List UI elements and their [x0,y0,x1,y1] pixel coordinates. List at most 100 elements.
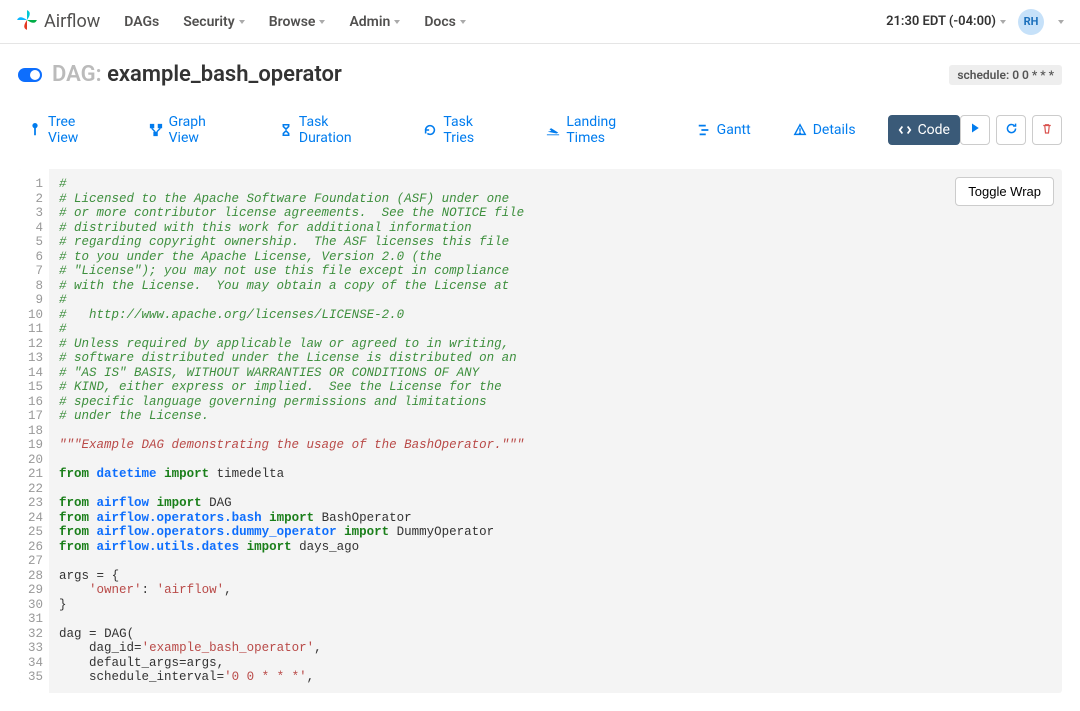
line-number: 13 [28,351,43,366]
line-number: 34 [28,656,43,671]
time-display[interactable]: 21:30 EDT (-04:00) [886,14,1006,29]
chevron-down-icon [239,20,245,24]
line-number: 19 [28,438,43,453]
tab-landing-times[interactable]: Landing Times [536,107,664,153]
nav-item-docs[interactable]: Docs [424,14,466,30]
tab-code[interactable]: Code [888,115,960,145]
line-number: 11 [28,322,43,337]
code-line: """Example DAG demonstrating the usage o… [59,438,1052,453]
code-line: dag_id='example_bash_operator', [59,641,1052,656]
refresh-button[interactable] [996,115,1026,145]
line-number: 31 [28,612,43,627]
code-line [59,453,1052,468]
line-number: 27 [28,554,43,569]
avatar[interactable]: RH [1018,9,1044,35]
graph-icon [149,123,163,137]
nav-item-security[interactable]: Security [183,14,245,30]
line-number: 29 [28,583,43,598]
line-number: 6 [28,250,43,265]
tab-gantt[interactable]: Gantt [687,115,761,145]
delete-button[interactable] [1032,115,1062,145]
gantt-icon [697,123,711,137]
navbar-right: 21:30 EDT (-04:00) RH [886,9,1064,35]
line-number: 26 [28,540,43,555]
toggle-wrap-button[interactable]: Toggle Wrap [955,177,1054,206]
retry-icon [423,123,437,137]
line-number: 32 [28,627,43,642]
nav-item-label: Security [183,14,235,30]
code-line: from airflow.operators.bash import BashO… [59,511,1052,526]
tab-graph-view[interactable]: Graph View [139,107,247,153]
line-number: 35 [28,670,43,685]
tab-label: Tree View [48,114,107,146]
nav-item-label: Browse [269,14,316,30]
chevron-down-icon[interactable] [1058,20,1064,24]
tab-task-duration[interactable]: Task Duration [269,107,392,153]
code-line: schedule_interval='0 0 * * *', [59,670,1052,685]
code-line: # [59,177,1052,192]
nav-items: DAGs Security Browse Admin Docs [124,14,466,30]
code-line: # "License"); you may not use this file … [59,264,1052,279]
play-icon [969,122,981,138]
code-line: from airflow import DAG [59,496,1052,511]
line-number: 8 [28,279,43,294]
line-number: 33 [28,641,43,656]
tab-label: Gantt [717,122,751,138]
tab-tree-view[interactable]: Tree View [18,107,117,153]
code-line: 'owner': 'airflow', [59,583,1052,598]
line-number: 9 [28,293,43,308]
line-number: 10 [28,308,43,323]
chevron-down-icon [460,20,466,24]
code-line: # Licensed to the Apache Software Founda… [59,192,1052,207]
nav-item-label: Admin [349,14,390,30]
line-number: 22 [28,482,43,497]
code-line: # under the License. [59,409,1052,424]
line-number: 12 [28,337,43,352]
dag-label: DAG: [52,62,102,87]
tab-label: Task Duration [299,114,382,146]
trigger-dag-button[interactable] [960,115,990,145]
hourglass-icon [279,123,293,137]
line-number: 23 [28,496,43,511]
code-line: # distributed with this work for additio… [59,221,1052,236]
code-viewer: 1234567891011121314151617181920212223242… [18,169,1062,693]
chevron-down-icon [1000,20,1006,24]
code-line: # Unless required by applicable law or a… [59,337,1052,352]
time-label: 21:30 EDT (-04:00) [886,14,996,29]
tab-details[interactable]: Details [783,115,866,145]
line-number: 4 [28,221,43,236]
schedule-badge: schedule: 0 0 * * * [949,65,1062,85]
nav-item-dags[interactable]: DAGs [124,14,159,30]
code-line: # [59,293,1052,308]
code-line [59,482,1052,497]
tab-task-tries[interactable]: Task Tries [413,107,514,153]
dag-header: DAG: example_bash_operator schedule: 0 0… [18,62,1062,87]
line-number: 2 [28,192,43,207]
code-line: # regarding copyright ownership. The ASF… [59,235,1052,250]
nav-item-admin[interactable]: Admin [349,14,400,30]
line-number: 16 [28,395,43,410]
brand-logo[interactable]: Airflow [16,9,100,35]
code-line: # specific language governing permission… [59,395,1052,410]
page-title: DAG: example_bash_operator [52,62,342,87]
tab-label: Task Tries [443,114,504,146]
line-number-gutter: 1234567891011121314151617181920212223242… [18,169,49,693]
line-number: 3 [28,206,43,221]
navbar: Airflow DAGs Security Browse Admin Docs 21:3… [0,0,1080,44]
tree-icon [28,123,42,137]
chevron-down-icon [319,20,325,24]
code-line: from airflow.operators.dummy_operator im… [59,525,1052,540]
line-number: 24 [28,511,43,526]
dag-enabled-toggle[interactable] [18,68,42,82]
line-number: 5 [28,235,43,250]
tab-label: Graph View [169,114,237,146]
code-body[interactable]: ## Licensed to the Apache Software Found… [49,169,1062,693]
code-line: # or more contributor license agreements… [59,206,1052,221]
nav-item-browse[interactable]: Browse [269,14,326,30]
code-line: dag = DAG( [59,627,1052,642]
nav-item-label: DAGs [124,14,159,30]
code-line [59,612,1052,627]
chevron-down-icon [394,20,400,24]
code-icon [898,123,912,137]
code-line: args = { [59,569,1052,584]
